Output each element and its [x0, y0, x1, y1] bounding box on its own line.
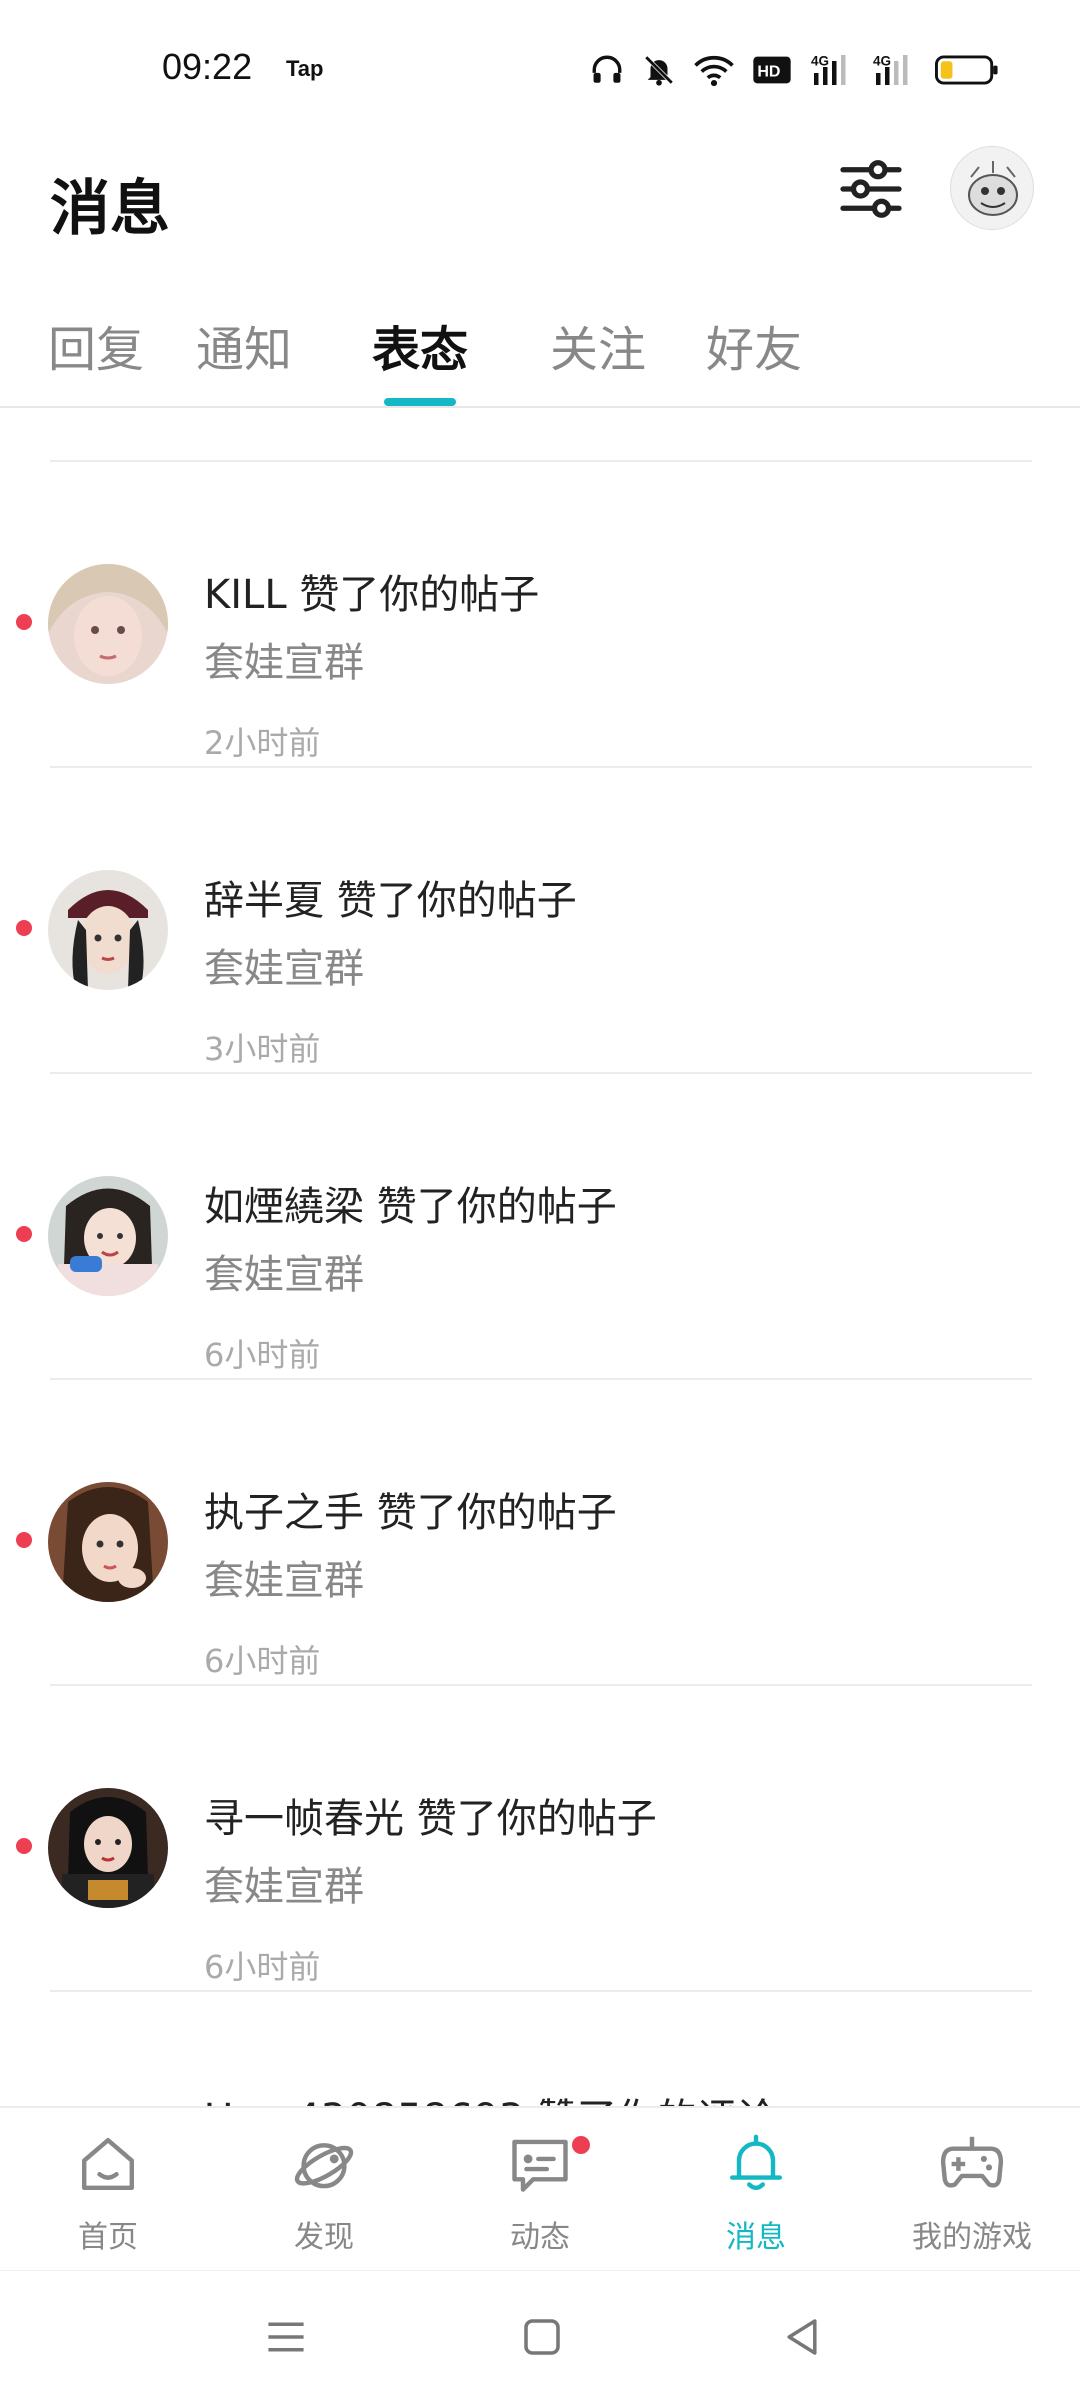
svg-text:4G: 4G	[811, 54, 829, 69]
header: 消息	[0, 140, 1080, 290]
status-bar: 09:22 Tap HD 4G 4G	[0, 0, 1080, 140]
battery-icon	[935, 55, 998, 85]
notification-time: 2小时前	[204, 724, 321, 762]
notification-text: 执子之手 赞了你的帖子	[204, 1490, 617, 1536]
tab-notifications[interactable]: 通知	[196, 310, 292, 380]
notification-text: 寻一帧春光 赞了你的帖子	[204, 1796, 657, 1842]
feed-icon	[512, 2139, 568, 2192]
nav-label: 发现	[294, 2220, 354, 2255]
nav-label: 我的游戏	[912, 2220, 1032, 2255]
filter-settings-button[interactable]	[836, 154, 906, 224]
menu-icon[interactable]	[262, 2313, 310, 2361]
system-navigation-bar	[0, 2270, 1080, 2400]
status-icons: HD 4G 4G	[590, 50, 1000, 90]
notification-item[interactable]: 辞半夏 赞了你的帖子 套娃宣群 3小时前	[0, 768, 1080, 1074]
nav-feed[interactable]: 动态	[432, 2108, 648, 2272]
notification-group: 套娃宣群	[204, 1558, 364, 1604]
user-avatar[interactable]	[48, 1176, 168, 1296]
home-square-icon[interactable]	[518, 2313, 566, 2361]
nav-messages[interactable]: 消息	[648, 2108, 864, 2272]
tab-reactions[interactable]: 表态	[372, 310, 468, 380]
nav-label: 首页	[78, 2220, 138, 2255]
status-tap-label: Tap	[286, 56, 324, 81]
notification-time: 6小时前	[204, 1948, 321, 1986]
signal-4g-icon: 4G	[811, 54, 846, 85]
nav-label: 消息	[726, 2220, 786, 2255]
hd-icon: HD	[753, 56, 791, 84]
notification-item[interactable]: 如煙繞梁 赞了你的帖子 套娃宣群 6小时前	[0, 1074, 1080, 1380]
user-avatar[interactable]	[48, 1788, 168, 1908]
nav-discover[interactable]: 发现	[216, 2108, 432, 2272]
discover-icon	[294, 2143, 354, 2189]
unread-dot	[16, 920, 32, 936]
notification-item[interactable]: 寻一帧春光 赞了你的帖子 套娃宣群 6小时前	[0, 1686, 1080, 1992]
avatar-image	[951, 147, 1033, 229]
bottom-navigation: 首页 发现 动态 消息 我的游戏	[0, 2106, 1080, 2270]
notification-badge	[570, 2134, 592, 2156]
notification-time: 6小时前	[204, 1336, 321, 1374]
wifi-icon	[694, 55, 734, 87]
notification-time: 3小时前	[204, 1030, 321, 1068]
unread-dot	[16, 1532, 32, 1548]
notification-text: User430858693 赞了你的评论	[204, 2086, 777, 2108]
unread-dot	[16, 1838, 32, 1854]
back-icon[interactable]	[778, 2313, 826, 2361]
notification-time: 6小时前	[204, 1642, 321, 1680]
notification-group: 套娃宣群	[204, 1864, 364, 1910]
notification-group: 套娃宣群	[204, 640, 364, 686]
svg-text:4G: 4G	[873, 54, 891, 69]
unread-dot	[16, 614, 32, 630]
gamepad-icon	[940, 2136, 1004, 2188]
my-avatar[interactable]	[950, 146, 1034, 230]
tab-friends[interactable]: 好友	[706, 310, 802, 380]
bell-icon	[729, 2134, 783, 2190]
notification-item[interactable]: 执子之手 赞了你的帖子 套娃宣群 6小时前	[0, 1380, 1080, 1686]
signal-4g-icon: 4G	[873, 54, 908, 85]
notification-group: 套娃宣群	[204, 946, 364, 992]
tab-follows[interactable]: 关注	[550, 310, 646, 380]
svg-text:HD: HD	[757, 64, 780, 81]
message-tabs: 回复 通知 表态 关注 好友	[0, 300, 1080, 408]
status-time: 09:22	[162, 46, 253, 87]
notification-text: 辞半夏 赞了你的帖子	[204, 878, 577, 924]
user-avatar[interactable]	[48, 870, 168, 990]
notification-list: KILL 赞了你的帖子 套娃宣群 2小时前 辞半夏 赞了你的帖子 套娃宣群 3小…	[0, 408, 1080, 2108]
user-avatar[interactable]	[48, 1482, 168, 1602]
active-tab-indicator	[384, 398, 456, 406]
notification-text: 如煙繞梁 赞了你的帖子	[204, 1184, 617, 1230]
headphones-icon	[592, 55, 622, 83]
mute-bell-icon	[644, 55, 674, 86]
nav-home[interactable]: 首页	[0, 2108, 216, 2272]
sliders-icon	[840, 160, 902, 218]
nav-label: 动态	[510, 2220, 570, 2255]
user-avatar[interactable]	[48, 564, 168, 684]
nav-my-games[interactable]: 我的游戏	[864, 2108, 1080, 2272]
notification-item[interactable]: KILL 赞了你的帖子 套娃宣群 2小时前	[0, 462, 1080, 768]
unread-dot	[16, 1226, 32, 1242]
home-icon	[81, 2137, 135, 2191]
notification-item[interactable]: User430858693 赞了你的评论	[0, 1992, 1080, 2108]
tab-replies[interactable]: 回复	[48, 310, 144, 380]
page-title: 消息	[50, 174, 170, 244]
notification-group: 套娃宣群	[204, 1252, 364, 1298]
notification-text: KILL 赞了你的帖子	[204, 572, 540, 618]
